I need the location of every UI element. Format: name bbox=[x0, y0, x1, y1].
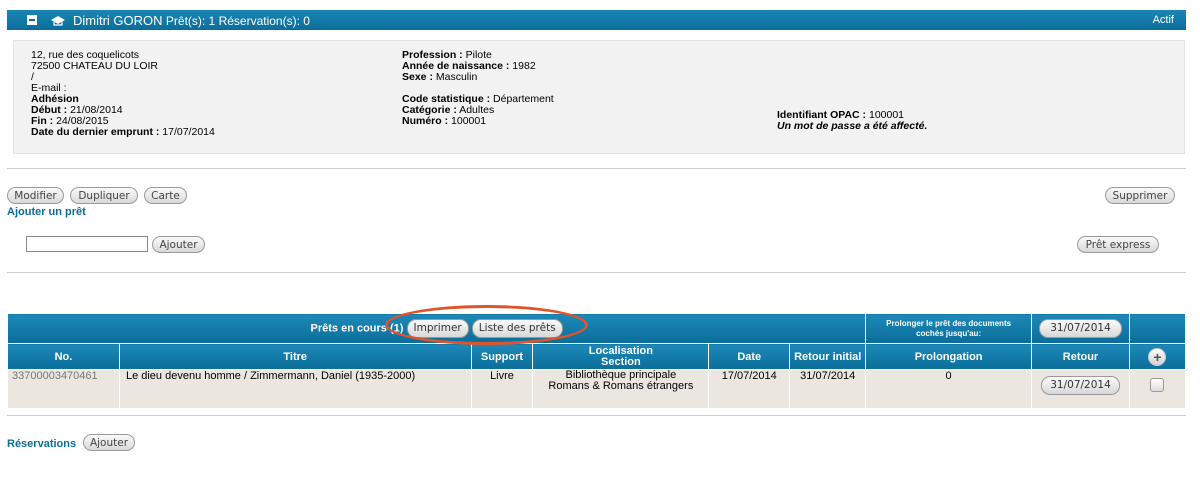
table-row: 33700003470461 Le dieu devenu homme / Zi… bbox=[7, 369, 1187, 409]
divider bbox=[7, 168, 1186, 169]
graduation-hat-icon bbox=[51, 16, 65, 26]
loans-count: (1) bbox=[389, 322, 404, 335]
col-select-all: + bbox=[1128, 343, 1187, 370]
ajouter-loan-button[interactable]: Ajouter bbox=[152, 236, 205, 253]
plus-icon[interactable]: + bbox=[1148, 347, 1167, 366]
col-no[interactable]: No. bbox=[7, 343, 120, 370]
password-note: Un mot de passe a été affecté. bbox=[777, 120, 928, 132]
pret-express-button[interactable]: Prêt express bbox=[1077, 236, 1159, 253]
liste-des-prets-button[interactable]: Liste des prêts bbox=[471, 319, 563, 338]
dupliquer-button[interactable]: Dupliquer bbox=[70, 187, 138, 204]
loan-date: 17/07/2014 bbox=[708, 369, 791, 409]
loan-prolongation: 0 bbox=[865, 369, 1033, 409]
carte-button[interactable]: Carte bbox=[144, 187, 187, 204]
loans-table: Prêts en cours (1) Imprimer Liste des pr… bbox=[6, 313, 1187, 409]
patron-title[interactable]: Dimitri GORON Prêt(s): 1 Réservation(s):… bbox=[73, 13, 310, 28]
loans-title: Prêts en cours bbox=[310, 322, 387, 335]
loan-retour-cell: 31/07/2014 bbox=[1031, 369, 1130, 409]
reservations-label: Réservations bbox=[7, 438, 77, 450]
opac-column: Identifiant OPAC : 100001 Un mot de pass… bbox=[777, 109, 928, 132]
col-retour-initial[interactable]: Retour initial bbox=[789, 343, 867, 370]
col-date[interactable]: Date bbox=[708, 343, 791, 370]
col-titre[interactable]: Titre bbox=[118, 343, 472, 370]
divider bbox=[7, 415, 1186, 416]
col-retour[interactable]: Retour bbox=[1031, 343, 1130, 370]
loan-retour-initial: 31/07/2014 bbox=[789, 369, 867, 409]
loan-support: Livre bbox=[470, 369, 534, 409]
ajouter-reservation-button[interactable]: Ajouter bbox=[83, 434, 135, 451]
patron-header-bar: Dimitri GORON Prêt(s): 1 Réservation(s):… bbox=[7, 10, 1186, 30]
divider bbox=[7, 272, 1186, 273]
modifier-button[interactable]: Modifier bbox=[7, 187, 64, 204]
address-column: 12, rue des coquelicots 72500 CHATEAU DU… bbox=[31, 49, 215, 138]
collapse-icon[interactable] bbox=[27, 15, 37, 25]
profile-column: Profession : Pilote Année de naissance :… bbox=[402, 49, 554, 127]
col-prolongation[interactable]: Prolongation bbox=[865, 343, 1033, 370]
imprimer-button[interactable]: Imprimer bbox=[406, 319, 469, 338]
loan-checkbox[interactable] bbox=[1150, 378, 1165, 392]
col-support[interactable]: Support bbox=[470, 343, 534, 370]
prolonger-label: Prolonger le prêt des documents cochés j… bbox=[865, 313, 1033, 344]
loan-title[interactable]: Le dieu devenu homme / Zimmermann, Danie… bbox=[118, 369, 472, 409]
supprimer-button[interactable]: Supprimer bbox=[1105, 187, 1175, 204]
loan-retour-button[interactable]: 31/07/2014 bbox=[1041, 376, 1120, 395]
prolonger-date-button[interactable]: 31/07/2014 bbox=[1039, 319, 1122, 338]
ajouter-pret-link[interactable]: Ajouter un prêt bbox=[7, 206, 86, 218]
col-localisation[interactable]: Localisation Section bbox=[532, 343, 710, 370]
dernier-emprunt-date: 17/07/2014 bbox=[162, 126, 215, 138]
barcode-input[interactable] bbox=[26, 236, 148, 252]
loans-header-row: Prêts en cours (1) Imprimer Liste des pr… bbox=[6, 313, 1187, 344]
loan-select-cell bbox=[1128, 369, 1187, 409]
loans-title-cell: Prêts en cours (1) Imprimer Liste des pr… bbox=[6, 313, 867, 344]
loan-barcode[interactable]: 33700003470461 bbox=[7, 369, 120, 409]
loan-localisation: Bibliothèque principale Romans & Romans é… bbox=[532, 369, 710, 409]
patron-status: Actif bbox=[1152, 14, 1174, 26]
patron-info-box: 12, rue des coquelicots 72500 CHATEAU DU… bbox=[13, 40, 1185, 154]
prolonger-date-cell: 31/07/2014 bbox=[1031, 313, 1130, 344]
loans-columns-row: No. Titre Support Localisation Section Da… bbox=[7, 343, 1187, 370]
